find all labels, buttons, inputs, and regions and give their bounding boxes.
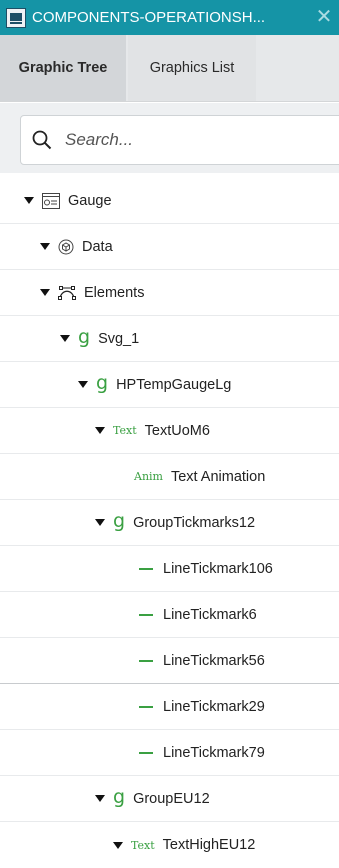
tree-node-gauge[interactable]: Gauge (0, 178, 339, 224)
tree-node-linetickmark79[interactable]: LineTickmark79 (0, 730, 339, 776)
animation-icon: Anim (134, 470, 163, 483)
group-g-icon: g (78, 325, 91, 348)
line-icon (139, 705, 153, 708)
text-icon: Text (113, 424, 137, 437)
search-box[interactable] (20, 115, 339, 165)
expand-caret-icon[interactable] (95, 795, 105, 802)
tree-node-linetickmark106[interactable]: LineTickmark106 (0, 546, 339, 592)
tree-node-textuom6[interactable]: Text TextUoM6 (0, 408, 339, 454)
tab-graphic-tree[interactable]: Graphic Tree (0, 35, 126, 101)
tree-node-label: Svg_1 (98, 330, 140, 347)
tree-node-data[interactable]: Data (0, 224, 339, 270)
expand-caret-icon[interactable] (95, 519, 105, 526)
tree-node-text-animation[interactable]: Anim Text Animation (0, 454, 339, 500)
group-g-icon: g (96, 371, 109, 394)
tree-node-label: LineTickmark79 (163, 744, 265, 761)
graphic-icon (42, 192, 60, 209)
tree-node-label: TextHighEU12 (162, 837, 256, 853)
expand-caret-icon[interactable] (113, 841, 123, 849)
expand-caret-icon[interactable] (40, 289, 50, 296)
line-icon (139, 613, 153, 616)
line-icon (139, 567, 153, 570)
group-g-icon: g (113, 785, 126, 808)
tree-node-texthigheu12[interactable]: Text TextHighEU12 (0, 822, 339, 868)
tree-node-label: Text Animation (170, 468, 266, 485)
tree-node-groupeu12[interactable]: g GroupEU12 (0, 776, 339, 822)
search-input[interactable] (63, 129, 313, 151)
tree-node-label: Elements (84, 284, 145, 301)
tree-node-label: TextUoM6 (144, 422, 210, 439)
tree-node-label: GroupTickmarks12 (133, 514, 256, 531)
tree-node-label: Gauge (68, 192, 112, 209)
tree-node-label: LineTickmark56 (163, 652, 265, 669)
tree-node-linetickmark29[interactable]: LineTickmark29 (0, 684, 339, 730)
panel-title: COMPONENTS-OPERATIONSH... (32, 9, 266, 26)
tab-graphics-list[interactable]: Graphics List (128, 35, 256, 101)
text-icon: Text (131, 838, 155, 852)
close-icon[interactable]: ✕ (313, 6, 335, 28)
tree-node-grouptickmarks12[interactable]: g GroupTickmarks12 (0, 500, 339, 546)
tree-node-linetickmark56[interactable]: LineTickmark56 (0, 638, 339, 684)
line-icon (139, 659, 153, 662)
expand-caret-icon[interactable] (40, 243, 50, 250)
expand-caret-icon[interactable] (60, 335, 70, 342)
line-icon (139, 751, 153, 754)
display-document-icon (6, 7, 26, 28)
expand-caret-icon[interactable] (24, 197, 34, 204)
group-g-icon: g (113, 509, 126, 532)
tree-node-label: LineTickmark6 (163, 606, 257, 623)
expand-caret-icon[interactable] (95, 427, 105, 434)
data-cube-icon (58, 239, 74, 255)
tree-node-label: GroupEU12 (133, 790, 210, 807)
tree-node-hptempgaugelg[interactable]: g HPTempGaugeLg (0, 362, 339, 408)
panel-titlebar: COMPONENTS-OPERATIONSH... ✕ (0, 0, 339, 35)
search-icon (32, 130, 52, 150)
tree-node-linetickmark6[interactable]: LineTickmark6 (0, 592, 339, 638)
expand-caret-icon[interactable] (78, 381, 88, 388)
elements-nodes-icon (58, 285, 76, 301)
tree-node-label: HPTempGaugeLg (116, 376, 232, 393)
tree-node-label: LineTickmark106 (163, 560, 273, 577)
search-area (0, 103, 339, 173)
tree-node-label: LineTickmark29 (163, 698, 265, 715)
tree-node-elements[interactable]: Elements (0, 270, 339, 316)
tab-bar: Graphic Tree Graphics List (0, 35, 339, 102)
tree-node-svg-1[interactable]: g Svg_1 (0, 316, 339, 362)
tree-node-label: Data (82, 238, 113, 255)
